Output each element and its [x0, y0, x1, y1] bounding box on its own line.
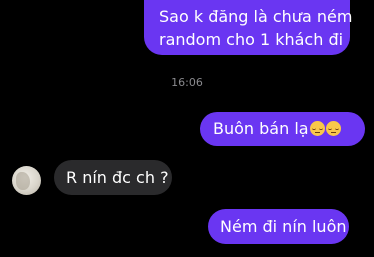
contact-avatar[interactable]	[12, 166, 41, 195]
chat-thread[interactable]: Sao k đăng là chưa ném random cho 1 khác…	[0, 0, 374, 257]
message-timestamp: 16:06	[171, 76, 203, 89]
message-text-line: random cho 1 khách đi	[159, 30, 344, 49]
message-text: Buôn bán lạ	[213, 119, 309, 138]
relieved-face-emoji-icon	[325, 121, 341, 136]
incoming-message[interactable]: R nín đc ch ?	[54, 160, 172, 195]
message-text: R nín đc ch ?	[66, 168, 169, 187]
message-text: Ném đi nín luôn	[220, 217, 347, 236]
outgoing-message[interactable]: Sao k đăng là chưa ném random cho 1 khác…	[144, 0, 353, 55]
outgoing-message[interactable]: Buôn bán lạ	[200, 112, 365, 146]
outgoing-message[interactable]: Ném đi nín luôn	[208, 209, 349, 244]
message-text-line: Sao k đăng là chưa ném	[159, 7, 353, 26]
relieved-face-emoji-icon	[309, 121, 325, 136]
